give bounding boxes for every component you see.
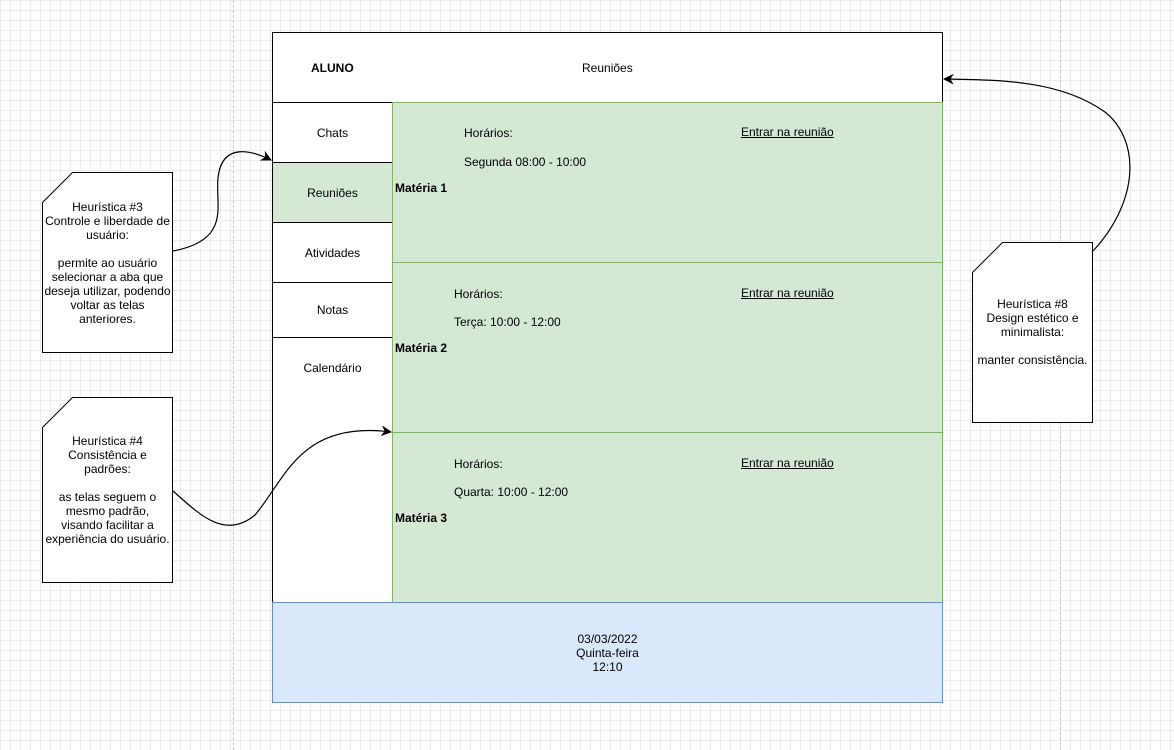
connector-arrows — [172, 73, 1131, 526]
arrow-heuristic-4 — [172, 425, 393, 526]
arrow-heuristic-8 — [942, 73, 1131, 252]
arrow-heuristic-3 — [172, 150, 272, 252]
